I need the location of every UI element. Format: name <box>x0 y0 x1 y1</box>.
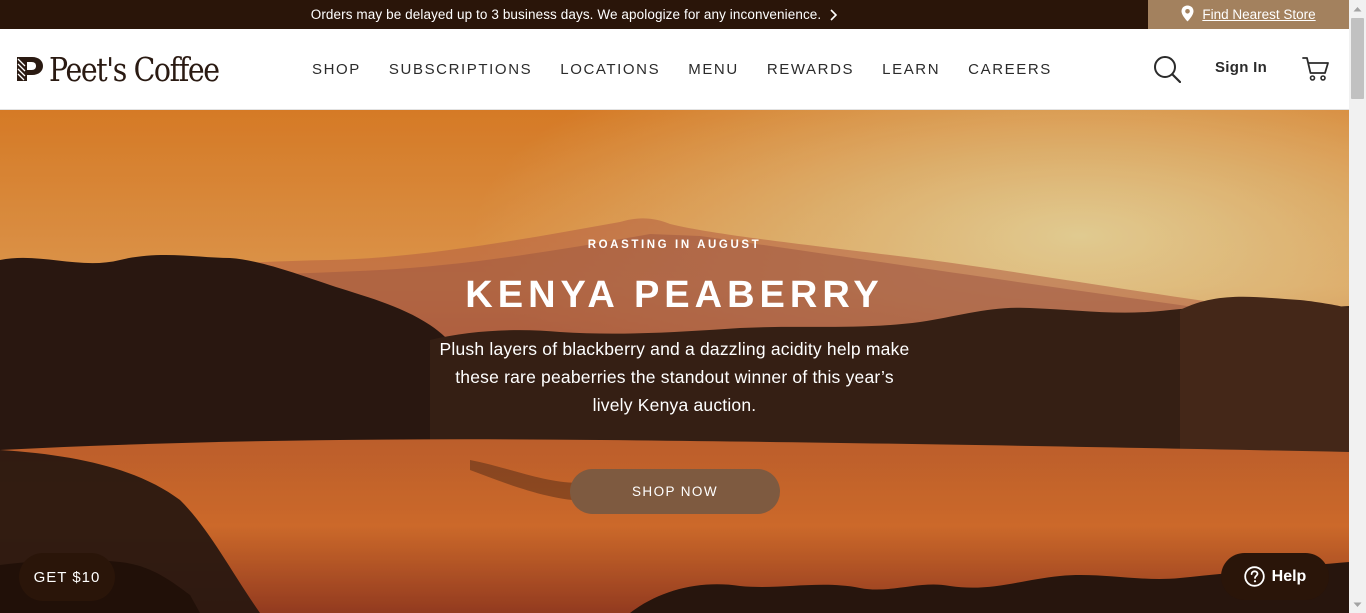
main-nav: SHOP SUBSCRIPTIONS LOCATIONS MENU REWARD… <box>298 29 1066 110</box>
sign-in-link[interactable]: Sign In <box>1215 59 1267 76</box>
scroll-down-arrow-icon[interactable] <box>1349 596 1366 613</box>
nav-learn[interactable]: LEARN <box>868 61 954 78</box>
find-nearest-store-link[interactable]: Find Nearest Store <box>1202 7 1315 22</box>
hero-eyebrow: ROASTING IN AUGUST <box>587 239 762 251</box>
get-10-promo-button[interactable]: GET $10 <box>19 553 115 601</box>
announcement-bar: Orders may be delayed up to 3 business d… <box>0 0 1366 29</box>
peets-logo[interactable]: Peet's Coffee <box>16 49 246 89</box>
site-header: Peet's Coffee SHOP SUBSCRIPTIONS LOCATIO… <box>0 29 1349 110</box>
hero-headline: KENYA PEABERRY <box>465 274 884 316</box>
nav-careers[interactable]: CAREERS <box>954 61 1066 78</box>
announcement-text: Orders may be delayed up to 3 business d… <box>310 7 822 22</box>
scroll-up-arrow-icon[interactable] <box>1349 0 1366 17</box>
page-scrollbar[interactable] <box>1349 0 1366 613</box>
shop-now-button[interactable]: SHOP NOW <box>570 469 780 514</box>
hero-content: ROASTING IN AUGUST KENYA PEABERRY Plush … <box>0 110 1349 613</box>
help-label: Help <box>1271 567 1307 585</box>
chevron-right-icon <box>829 8 838 21</box>
hero-banner: ROASTING IN AUGUST KENYA PEABERRY Plush … <box>0 110 1349 613</box>
cart-icon[interactable] <box>1302 56 1330 82</box>
nav-rewards[interactable]: REWARDS <box>753 61 868 78</box>
find-store-bar: Find Nearest Store <box>1148 0 1349 29</box>
peets-logo-mark <box>16 56 44 82</box>
scrollbar-thumb[interactable] <box>1351 18 1364 99</box>
nav-shop[interactable]: SHOP <box>298 61 375 78</box>
hero-description: Plush layers of blackberry and a dazzlin… <box>439 339 910 415</box>
question-circle-icon <box>1243 566 1265 587</box>
search-icon[interactable] <box>1153 55 1181 83</box>
nav-locations[interactable]: LOCATIONS <box>546 61 674 78</box>
help-button[interactable]: Help <box>1221 553 1329 600</box>
nav-menu[interactable]: MENU <box>674 61 753 78</box>
logo-wordmark: Peet's Coffee <box>49 49 220 89</box>
announcement-link[interactable]: Orders may be delayed up to 3 business d… <box>0 0 1148 29</box>
nav-subscriptions[interactable]: SUBSCRIPTIONS <box>375 61 546 78</box>
map-pin-icon <box>1181 5 1194 25</box>
